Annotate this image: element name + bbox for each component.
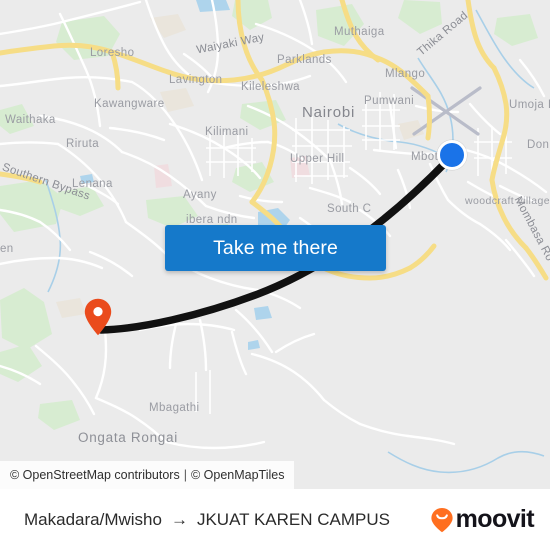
arrow-right-icon: → xyxy=(170,510,188,529)
attribution-separator: | xyxy=(183,468,187,482)
attribution-openmaptiles[interactable]: © OpenMapTiles xyxy=(191,468,285,482)
moovit-pin-icon xyxy=(431,507,453,532)
take-me-there-button[interactable]: Take me there xyxy=(165,225,386,271)
route-destination-label: JKUAT KAREN CAMPUS xyxy=(196,509,390,529)
map-canvas[interactable]: Loresho Waiyaki Way Parklands Muthaiga T… xyxy=(0,0,550,489)
special-areas xyxy=(154,156,310,188)
moovit-wordmark: moovit xyxy=(455,505,535,533)
airstrip xyxy=(410,86,482,136)
footer-bar: Makadara/Mwisho → JKUAT KAREN CAMPUS moo… xyxy=(0,489,550,550)
map-attribution: © OpenStreetMap contributors | © OpenMap… xyxy=(0,461,295,489)
destination-dot-icon[interactable] xyxy=(437,140,467,170)
route-origin-label: Makadara/Mwisho xyxy=(24,509,162,529)
attribution-osm[interactable]: © OpenStreetMap contributors xyxy=(10,468,180,482)
origin-pin-svg xyxy=(84,298,112,336)
route-summary: Makadara/Mwisho → JKUAT KAREN CAMPUS xyxy=(24,510,390,530)
moovit-route-map-screen: Loresho Waiyaki Way Parklands Muthaiga T… xyxy=(0,0,550,550)
moovit-logo[interactable]: moovit xyxy=(430,505,535,533)
builtup-areas xyxy=(56,14,424,318)
origin-pin-icon[interactable] xyxy=(84,298,112,336)
